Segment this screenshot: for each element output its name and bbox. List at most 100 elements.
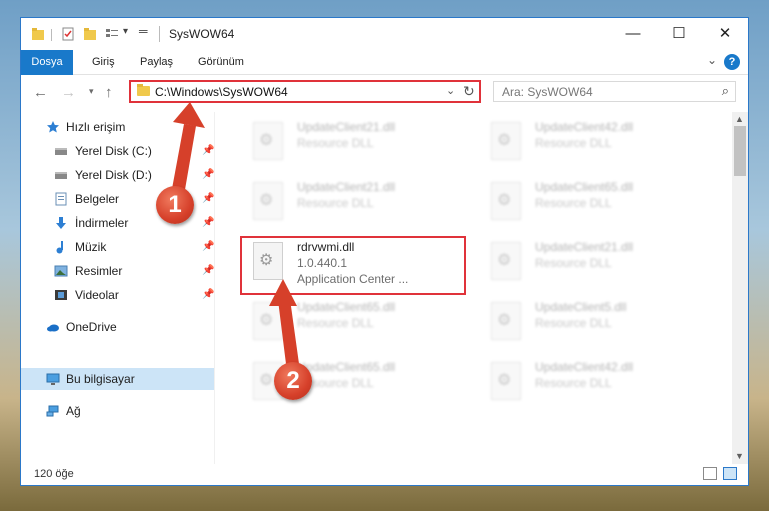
tab-home[interactable]: Giriş xyxy=(92,50,115,74)
dll-file-icon: ⚙ xyxy=(253,302,283,340)
address-path[interactable]: C:\Windows\SysWOW64 xyxy=(155,85,288,99)
scroll-down-icon[interactable]: ▼ xyxy=(735,451,744,461)
customize-toolbar-icon[interactable]: ▾ xyxy=(123,26,128,37)
quick-access-dropdown-icon[interactable]: ═ xyxy=(139,24,148,38)
file-name: UpdateClient65.dll xyxy=(297,360,396,374)
dll-file-icon: ⚙ xyxy=(491,242,521,280)
sidebar-item-drive-c[interactable]: Yerel Disk (C:) 📌 xyxy=(21,140,214,162)
file-description: Resource DLL xyxy=(535,376,612,390)
toolbar-divider xyxy=(51,29,52,41)
up-arrow-icon[interactable]: ↑ xyxy=(105,84,113,101)
pin-icon[interactable]: 📌 xyxy=(202,284,214,306)
list-item[interactable]: ⚙ UpdateClient5.dll Resource DLL xyxy=(483,300,713,356)
search-placeholder[interactable]: Ara: SysWOW64 xyxy=(502,85,593,99)
dll-file-icon: ⚙ xyxy=(491,182,521,220)
address-bar[interactable]: C:\Windows\SysWOW64 ⌄ ↻ xyxy=(129,80,481,103)
callout-badge-2: 2 xyxy=(274,362,312,400)
list-item[interactable]: ⚙ UpdateClient21.dll Resource DLL xyxy=(245,180,475,236)
list-item[interactable]: ⚙ UpdateClient65.dll Resource DLL xyxy=(245,300,475,356)
pictures-icon xyxy=(54,265,68,277)
sidebar-item-label: Yerel Disk (D:) xyxy=(75,168,152,182)
file-name: UpdateClient65.dll xyxy=(297,300,396,314)
chevron-down-icon[interactable]: ⌄ xyxy=(446,84,455,97)
title-divider xyxy=(159,26,160,42)
file-description: Resource DLL xyxy=(297,316,374,330)
new-folder-icon[interactable] xyxy=(83,27,97,44)
sidebar-item-label: OneDrive xyxy=(66,320,117,334)
item-count: 120 öğe xyxy=(34,468,74,480)
file-name: UpdateClient5.dll xyxy=(535,300,627,314)
pin-icon[interactable]: 📌 xyxy=(202,236,214,258)
sidebar-item-network[interactable]: Ağ xyxy=(21,400,214,422)
sidebar-item-pictures[interactable]: Resimler 📌 xyxy=(21,260,214,282)
drive-icon xyxy=(55,148,67,155)
list-item[interactable]: ⚙ UpdateClient21.dll Resource DLL xyxy=(483,240,713,296)
star-icon xyxy=(47,121,59,133)
list-item[interactable]: ⚙ UpdateClient42.dll Resource DLL xyxy=(483,120,713,176)
pin-icon[interactable]: 📌 xyxy=(202,188,214,210)
recent-locations-icon[interactable]: ▾ xyxy=(89,86,94,97)
sidebar-item-label: İndirmeler xyxy=(75,216,129,230)
pin-icon[interactable]: 📌 xyxy=(202,260,214,282)
pin-icon[interactable]: 📌 xyxy=(202,140,214,162)
file-name: UpdateClient42.dll xyxy=(535,120,634,134)
chevron-down-icon[interactable]: ⌄ xyxy=(707,53,717,67)
view-details-icon[interactable] xyxy=(105,27,121,44)
file-name: UpdateClient42.dll xyxy=(535,360,634,374)
tab-share[interactable]: Paylaş xyxy=(140,50,173,74)
scroll-thumb[interactable] xyxy=(734,126,746,176)
sidebar-item-onedrive[interactable]: OneDrive xyxy=(21,316,214,338)
list-item[interactable]: ⚙ UpdateClient65.dll Resource DLL xyxy=(483,180,713,236)
file-description: Resource DLL xyxy=(535,136,612,150)
folder-icon xyxy=(137,84,150,96)
details-view-icon[interactable] xyxy=(703,467,717,480)
forward-arrow-icon[interactable]: → xyxy=(61,84,76,101)
status-bar: 120 öğe xyxy=(21,464,748,485)
scroll-up-icon[interactable]: ▲ xyxy=(735,114,744,124)
window-title: SysWOW64 xyxy=(169,27,235,41)
callout-badge-1: 1 xyxy=(156,186,194,224)
file-name: UpdateClient21.dll xyxy=(297,120,396,134)
sidebar-item-label: Belgeler xyxy=(75,192,120,206)
sidebar-item-label: Müzik xyxy=(75,240,107,254)
sidebar-item-label: Resimler xyxy=(75,264,123,278)
network-icon xyxy=(46,405,59,417)
drive-icon xyxy=(55,172,67,179)
dll-file-icon: ⚙ xyxy=(253,122,283,160)
cloud-icon xyxy=(47,324,59,332)
documents-icon xyxy=(55,192,67,206)
sidebar-item-drive-d[interactable]: Yerel Disk (D:) 📌 xyxy=(21,164,214,186)
sidebar-item-label: Bu bilgisayar xyxy=(66,372,135,386)
maximize-button[interactable]: ☐ xyxy=(656,18,702,50)
folder-icon[interactable] xyxy=(31,27,45,44)
refresh-icon[interactable]: ↻ xyxy=(463,83,475,100)
pane-divider[interactable] xyxy=(214,112,215,464)
help-button[interactable]: ? xyxy=(724,54,740,70)
minimize-button[interactable]: — xyxy=(610,18,656,50)
list-item[interactable]: ⚙ UpdateClient21.dll Resource DLL xyxy=(245,120,475,176)
sidebar-item-music[interactable]: Müzik 📌 xyxy=(21,236,214,258)
file-description: Resource DLL xyxy=(297,196,374,210)
dll-file-icon: ⚙ xyxy=(491,362,521,400)
properties-icon[interactable] xyxy=(61,27,75,44)
vertical-scrollbar[interactable]: ▲ ▼ xyxy=(732,112,748,464)
sidebar-item-this-pc[interactable]: Bu bilgisayar xyxy=(21,368,214,390)
dll-file-icon: ⚙ xyxy=(491,122,521,160)
search-icon[interactable]: ⌕ xyxy=(722,83,729,99)
music-icon xyxy=(56,241,63,254)
sidebar-item-videos[interactable]: Videolar 📌 xyxy=(21,284,214,306)
pin-icon[interactable]: 📌 xyxy=(202,212,214,234)
tiles-view-icon[interactable] xyxy=(723,467,737,480)
navigation-pane: Hızlı erişim Yerel Disk (C:) 📌 Yerel Dis… xyxy=(21,112,214,464)
tab-view[interactable]: Görünüm xyxy=(198,50,244,74)
close-button[interactable]: ✕ xyxy=(702,18,748,50)
sidebar-item-quick-access[interactable]: Hızlı erişim xyxy=(21,116,214,138)
back-arrow-icon[interactable]: ← xyxy=(33,84,48,101)
file-name: UpdateClient21.dll xyxy=(535,240,634,254)
pin-icon[interactable]: 📌 xyxy=(202,164,214,186)
list-item[interactable]: ⚙ UpdateClient42.dll Resource DLL xyxy=(483,360,713,416)
computer-icon xyxy=(46,373,60,385)
sidebar-item-label: Yerel Disk (C:) xyxy=(75,144,152,158)
file-name: UpdateClient65.dll xyxy=(535,180,634,194)
search-input[interactable]: Ara: SysWOW64 ⌕ xyxy=(493,81,736,102)
